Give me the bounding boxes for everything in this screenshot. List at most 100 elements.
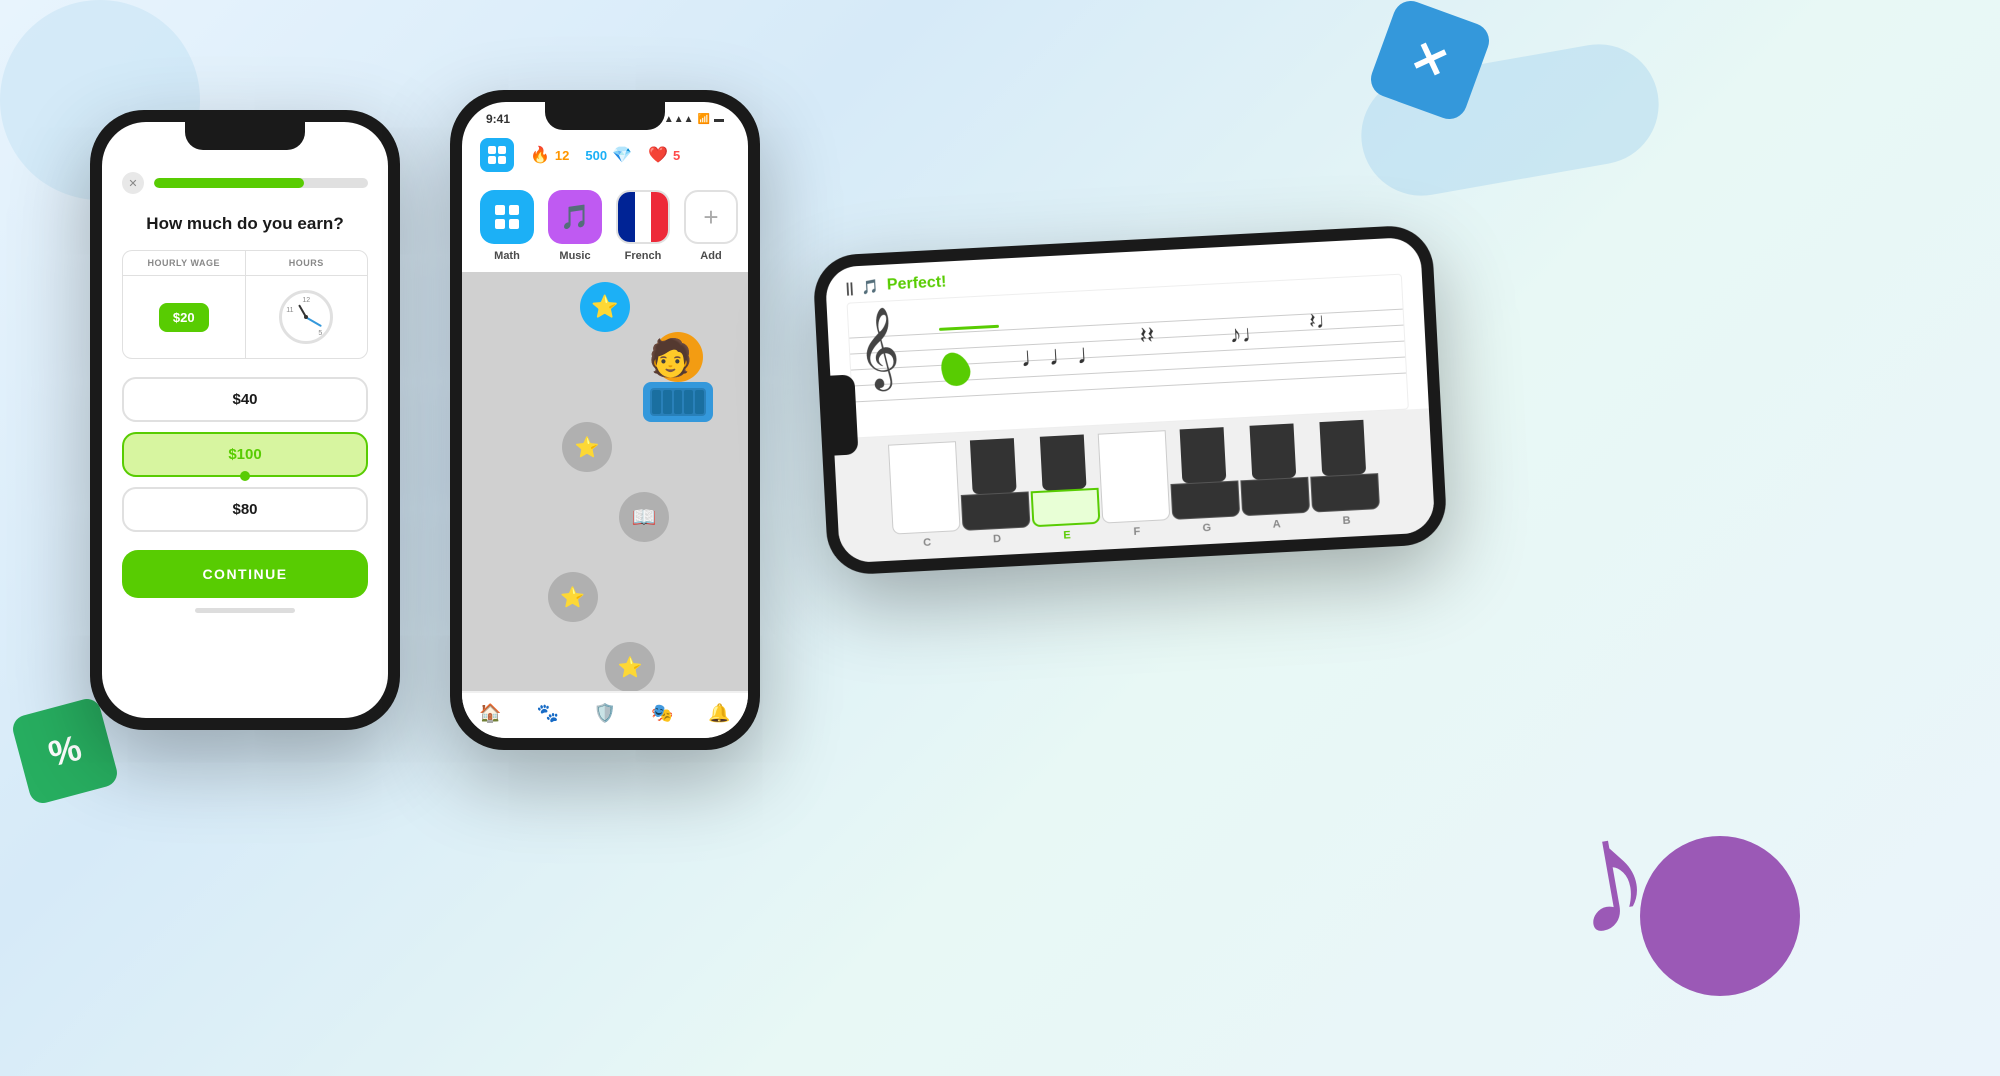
bell-icon: 🔔 — [708, 703, 730, 724]
nav-notifications[interactable]: 🔔 — [691, 703, 748, 724]
white-key-b[interactable] — [1310, 473, 1380, 513]
character-avatar: 🧑 — [638, 332, 718, 412]
purple-music-note: ♪ — [1557, 790, 1664, 961]
note-group-2: ♪♩ — [1229, 319, 1266, 349]
music-label: Music — [559, 250, 590, 262]
star-icon: ⭐ — [591, 294, 618, 320]
black-key-as[interactable] — [1319, 420, 1366, 476]
phone1-notch — [185, 122, 305, 150]
hourly-wage-header: HOURLY WAGE — [123, 251, 246, 276]
phone3-screen: || 🎵 Perfect! 𝄞 ♩♩♩ 𝄽𝄽 ♪♩ 𝄽♩ — [825, 237, 1436, 564]
white-key-c[interactable] — [888, 441, 961, 534]
close-button[interactable]: ✕ — [122, 172, 144, 194]
key-label-g: G — [1202, 522, 1211, 534]
map-node-star-3[interactable]: ⭐ — [605, 642, 655, 691]
clock-minute-hand — [306, 316, 322, 326]
key-group-d: D — [958, 438, 1031, 547]
key-group-b: B — [1307, 419, 1380, 528]
gem-icon: 💎 — [612, 145, 632, 165]
math-label: Math — [494, 250, 520, 262]
staff-line-4 — [852, 356, 1405, 386]
course-tab-music[interactable]: 🎵 Music — [548, 190, 602, 262]
map-node-book-1[interactable]: 📖 — [619, 492, 669, 542]
question-title: How much do you earn? — [122, 214, 368, 234]
flag-red — [651, 192, 668, 242]
pause-icon[interactable]: || — [845, 279, 854, 295]
black-key-ds[interactable] — [1040, 434, 1087, 490]
option-80[interactable]: $80 — [122, 487, 368, 532]
french-flag — [618, 192, 668, 242]
map-character: 🧑 — [638, 332, 718, 412]
option-80-value: $80 — [232, 501, 257, 518]
white-key-g[interactable] — [1170, 480, 1240, 520]
progress-track — [154, 178, 368, 188]
key-label-e: E — [1063, 529, 1071, 541]
map-node-star-1[interactable]: ⭐ — [562, 422, 612, 472]
course-tab-add[interactable]: + Add — [684, 190, 738, 262]
black-key-cs[interactable] — [970, 438, 1017, 494]
pets-icon: 🐾 — [537, 703, 559, 724]
grid-icon[interactable] — [480, 138, 514, 172]
music-dot-icon: 🎵 — [861, 277, 879, 295]
flag-white — [635, 192, 652, 242]
progress-bar-row: ✕ — [122, 162, 368, 194]
profile-icon: 🎭 — [651, 703, 673, 724]
character-device — [643, 382, 713, 422]
key-group-e: E — [1028, 434, 1101, 543]
white-key-e[interactable] — [1031, 488, 1101, 528]
wage-cell: $20 — [123, 276, 246, 358]
top-stats: 🔥 12 500 💎 ❤️ 5 — [462, 130, 748, 180]
add-label: Add — [700, 250, 721, 262]
key-group-a: A — [1238, 423, 1311, 532]
white-key-f[interactable] — [1098, 430, 1171, 523]
white-key-a[interactable] — [1240, 477, 1310, 517]
flag-blue — [618, 192, 635, 242]
clock-icon: 12 5 11 — [279, 290, 333, 344]
streak-value: 12 — [555, 148, 569, 163]
hearts-value: 5 — [673, 148, 680, 163]
shield-icon: 🛡️ — [594, 703, 616, 724]
hearts-stat: ❤️ 5 — [648, 145, 680, 165]
dice-percent-icon: % — [44, 727, 86, 776]
key-group-f: F — [1098, 430, 1171, 539]
french-course-icon — [616, 190, 670, 244]
data-table: HOURLY WAGE HOURS $20 12 5 11 — [122, 250, 368, 359]
key-label-b: B — [1342, 515, 1351, 527]
note-d-highlighted — [936, 348, 975, 390]
device-screen — [650, 388, 706, 416]
streak-stat: 🔥 12 — [530, 145, 569, 165]
white-key-d[interactable] — [961, 491, 1031, 531]
table-body: $20 12 5 11 — [123, 276, 367, 358]
nav-shield[interactable]: 🛡️ — [576, 703, 633, 724]
background-blob-3 — [1640, 836, 1800, 996]
progress-fill — [154, 178, 304, 188]
course-tab-french[interactable]: French — [616, 190, 670, 262]
black-key-fs[interactable] — [1180, 427, 1227, 483]
nav-pets[interactable]: 🐾 — [519, 703, 576, 724]
option-40[interactable]: $40 — [122, 377, 368, 422]
nav-profile[interactable]: 🎭 — [634, 703, 691, 724]
status-time: 9:41 — [486, 112, 510, 126]
hours-header: HOURS — [246, 251, 368, 276]
phone3-notch — [830, 374, 858, 455]
bottom-nav: 🏠 🐾 🛡️ 🎭 🔔 — [462, 691, 748, 738]
nav-home[interactable]: 🏠 — [462, 703, 519, 724]
map-node-star-2[interactable]: ⭐ — [548, 572, 598, 622]
hours-cell: 12 5 11 — [246, 276, 368, 358]
continue-button[interactable]: CONTINUE — [122, 550, 368, 598]
course-tab-math[interactable]: Math — [480, 190, 534, 262]
staff-line-3 — [851, 340, 1404, 370]
treble-clef-icon: 𝄞 — [856, 311, 901, 383]
home-indicator — [195, 608, 295, 613]
option-100[interactable]: $100 — [122, 432, 368, 477]
black-key-gs[interactable] — [1250, 423, 1297, 479]
phone2-notch — [545, 102, 665, 130]
option-100-value: $100 — [228, 446, 261, 463]
phone-math-quiz: ✕ How much do you earn? HOURLY WAGE HOUR… — [90, 110, 400, 730]
option-40-value: $40 — [232, 391, 257, 408]
signal-icon: ▲▲▲ — [664, 114, 694, 125]
wifi-icon: 📶 — [698, 114, 710, 125]
fire-icon: 🔥 — [530, 145, 550, 165]
phone-duolingo: 9:41 ▲▲▲ 📶 ▬ 🔥 12 500 — [450, 90, 760, 750]
map-node-star-blue[interactable]: ⭐ — [580, 282, 630, 332]
